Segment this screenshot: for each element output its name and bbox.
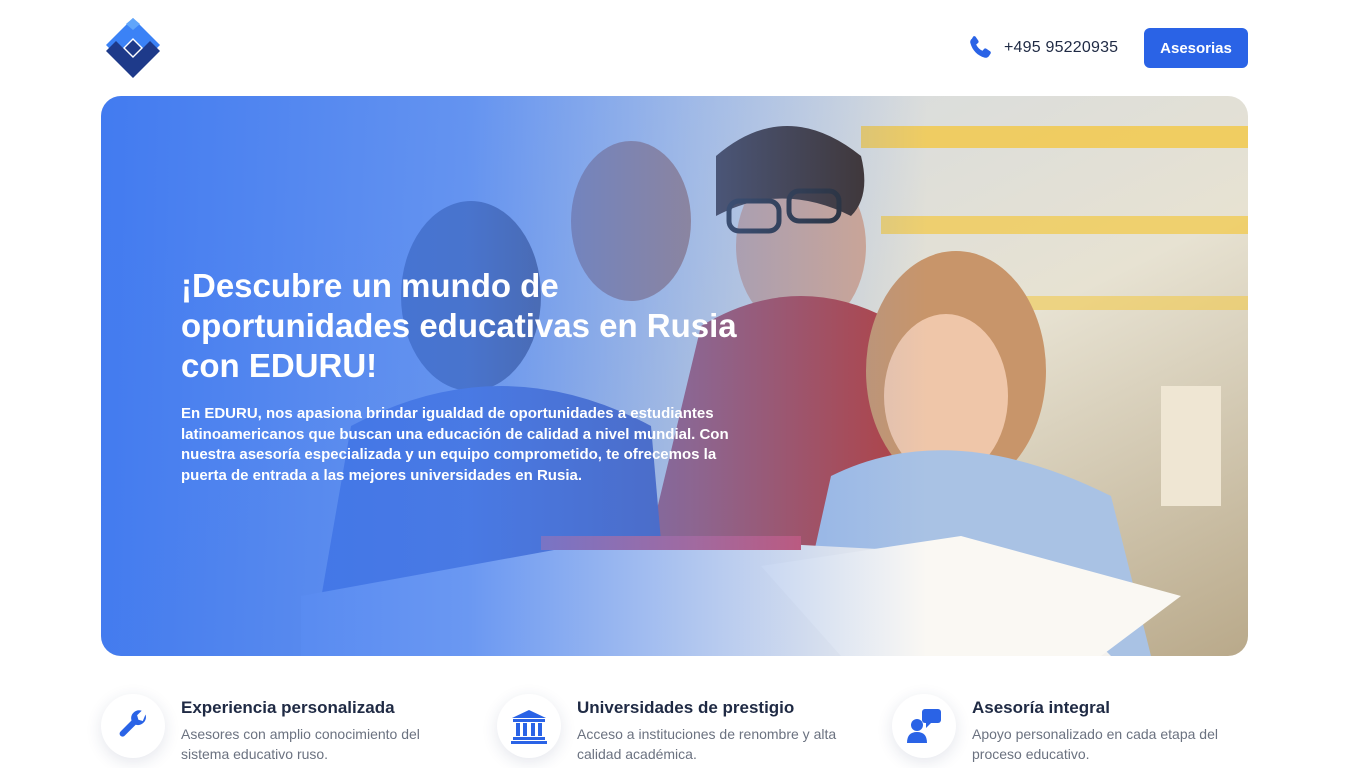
eduru-logo-icon[interactable] [100,16,166,80]
feature-card-universidades: Universidades de prestigio Acceso a inst… [497,680,857,768]
hero-banner: ¡Descubre un mundo de oportunidades educ… [101,96,1248,656]
feature-title: Universidades de prestigio [577,698,795,717]
university-icon [511,710,547,744]
feature-card-experiencia: Experiencia personalizada Asesores con a… [101,680,461,768]
phone-icon [970,36,991,58]
feature-title: Asesoría integral [972,698,1110,717]
feature-card-asesoria: Asesoría integral Apoyo personalizado en… [892,680,1252,768]
feature-icon-circle [101,694,165,758]
feature-icon-circle [497,694,561,758]
asesorias-button[interactable]: Asesorias [1144,28,1248,68]
features-section: Experiencia personalizada Asesores con a… [0,680,1348,768]
hero-description: En EDURU, nos apasiona brindar igualdad … [181,405,729,484]
feature-description: Apoyo personalizado en cada etapa del pr… [972,726,1218,762]
hero-title: ¡Descubre un mundo de oportunidades educ… [181,267,737,384]
wrench-icon [119,710,146,737]
feature-description: Acceso a instituciones de renombre y alt… [577,726,837,762]
feature-description: Asesores con amplio conocimiento del sis… [181,726,420,762]
feature-title: Experiencia personalizada [181,698,395,717]
phone-link[interactable]: +495 95220935 [966,34,1118,62]
feature-icon-circle [892,694,956,758]
consultation-icon [907,709,941,743]
site-header: +495 95220935 Asesorias [0,0,1348,96]
phone-number: +495 95220935 [1004,39,1119,56]
